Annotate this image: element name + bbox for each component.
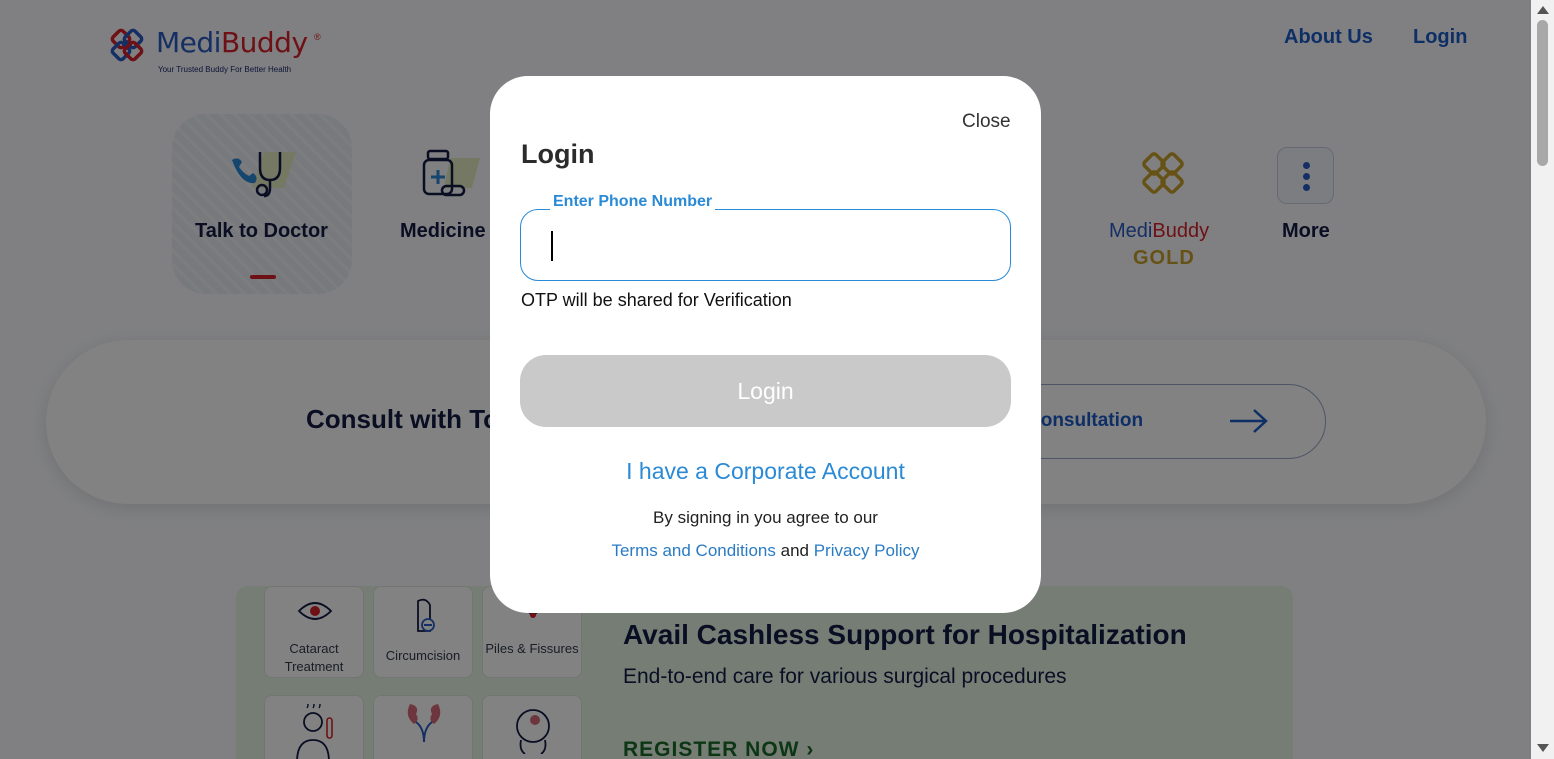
login-modal-title: Login xyxy=(521,139,595,169)
vertical-scrollbar[interactable] xyxy=(1531,0,1554,759)
phone-number-input[interactable] xyxy=(551,226,991,264)
legal-links: Terms and Conditions and Privacy Policy xyxy=(490,541,1041,561)
privacy-policy-link[interactable]: Privacy Policy xyxy=(814,541,920,560)
scroll-down-arrow-icon[interactable] xyxy=(1537,744,1549,752)
scroll-up-arrow-icon[interactable] xyxy=(1537,6,1549,14)
phone-number-label: Enter Phone Number xyxy=(550,193,716,211)
phone-number-field[interactable] xyxy=(520,209,1011,281)
scrollbar-thumb[interactable] xyxy=(1537,20,1548,166)
agreement-text: By signing in you agree to our xyxy=(653,508,878,527)
terms-and-conditions-link[interactable]: Terms and Conditions xyxy=(611,541,775,560)
and-text: and xyxy=(780,541,809,560)
login-submit-button[interactable]: Login xyxy=(520,355,1011,427)
corporate-account-link[interactable]: I have a Corporate Account xyxy=(490,458,1041,485)
close-button[interactable]: Close xyxy=(962,111,1011,133)
text-cursor xyxy=(551,231,553,261)
otp-note: OTP will be shared for Verification xyxy=(521,290,792,310)
